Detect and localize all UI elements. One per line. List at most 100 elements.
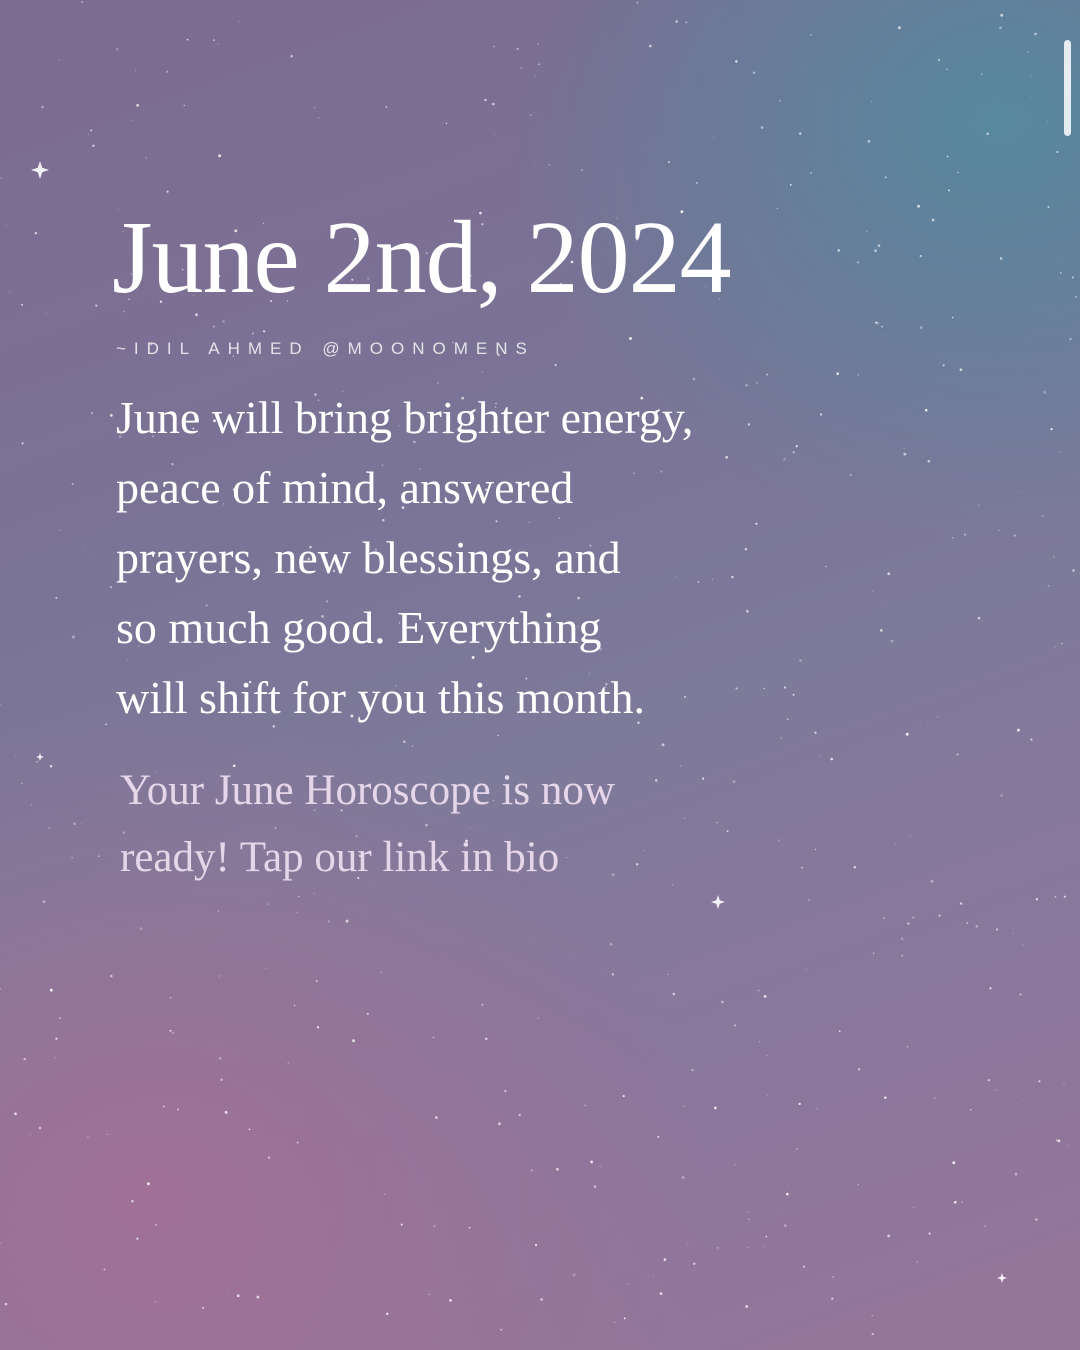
star <box>106 1133 109 1136</box>
star <box>998 529 1000 532</box>
star <box>49 988 53 992</box>
star <box>313 106 316 109</box>
star <box>692 377 696 381</box>
star <box>432 1036 435 1039</box>
star <box>1054 896 1057 898</box>
star <box>802 1265 805 1268</box>
star <box>663 1258 667 1261</box>
star <box>1034 32 1037 36</box>
star <box>218 154 222 158</box>
star <box>504 1089 507 1093</box>
star <box>36 760 39 763</box>
star <box>55 596 58 599</box>
star <box>481 371 483 373</box>
star <box>520 67 522 69</box>
star <box>964 533 966 536</box>
star <box>352 1039 356 1043</box>
star <box>262 330 266 333</box>
star <box>169 996 172 999</box>
star <box>1035 1218 1038 1221</box>
star <box>887 572 891 576</box>
star <box>218 1056 222 1060</box>
star <box>837 249 840 252</box>
star <box>961 1201 963 1204</box>
star <box>1030 738 1033 741</box>
star <box>109 585 113 589</box>
star <box>136 1237 139 1240</box>
star <box>1057 1139 1061 1143</box>
star <box>80 823 83 825</box>
star <box>903 452 907 456</box>
star <box>614 1322 616 1323</box>
star <box>757 989 760 992</box>
star <box>924 408 928 412</box>
scrollbar[interactable] <box>1064 40 1071 136</box>
star <box>820 756 822 758</box>
star <box>380 971 382 974</box>
star <box>1067 1145 1069 1147</box>
star <box>166 190 169 193</box>
star <box>183 104 185 107</box>
star <box>30 1134 32 1136</box>
star <box>942 364 945 367</box>
star <box>906 1045 909 1048</box>
star <box>898 26 901 30</box>
star <box>905 732 909 736</box>
star <box>590 1160 594 1164</box>
star <box>537 1017 539 1019</box>
star <box>537 43 539 45</box>
star <box>90 129 92 132</box>
star <box>716 1246 719 1249</box>
star <box>538 63 541 66</box>
star <box>937 716 939 718</box>
star <box>977 616 981 620</box>
star <box>202 1306 205 1309</box>
star <box>54 1057 56 1059</box>
message-line: will shift for you this month. <box>116 672 645 723</box>
star <box>763 994 767 998</box>
star <box>1014 1172 1018 1176</box>
star <box>105 723 107 726</box>
star <box>529 114 532 117</box>
star <box>966 922 969 924</box>
star <box>92 144 95 147</box>
star <box>1063 1084 1065 1086</box>
star <box>857 1184 859 1186</box>
star <box>97 855 100 858</box>
star <box>287 1062 289 1064</box>
star <box>849 474 852 477</box>
star <box>296 1141 299 1144</box>
star <box>383 1193 386 1196</box>
star <box>810 34 812 36</box>
star <box>0 177 3 179</box>
star <box>556 1167 559 1171</box>
star <box>4 1302 8 1306</box>
star <box>481 1003 484 1006</box>
star <box>227 1290 229 1292</box>
star <box>166 70 169 73</box>
star <box>497 1122 501 1126</box>
star <box>533 164 535 166</box>
star <box>952 1161 956 1165</box>
star <box>980 73 983 75</box>
star <box>917 204 921 208</box>
star <box>907 900 909 902</box>
star <box>995 1089 997 1091</box>
star <box>913 1207 915 1208</box>
star <box>385 106 388 108</box>
star <box>919 326 923 329</box>
star <box>500 1328 503 1331</box>
star <box>667 973 669 975</box>
star <box>881 325 883 328</box>
star <box>1055 1139 1057 1141</box>
star <box>877 244 881 248</box>
star <box>636 1 639 4</box>
star <box>155 1223 157 1226</box>
star <box>627 1283 629 1285</box>
star <box>41 105 44 109</box>
star <box>713 137 715 139</box>
star <box>920 725 921 727</box>
star <box>1038 1080 1041 1083</box>
star <box>115 47 119 51</box>
star <box>1022 944 1024 946</box>
